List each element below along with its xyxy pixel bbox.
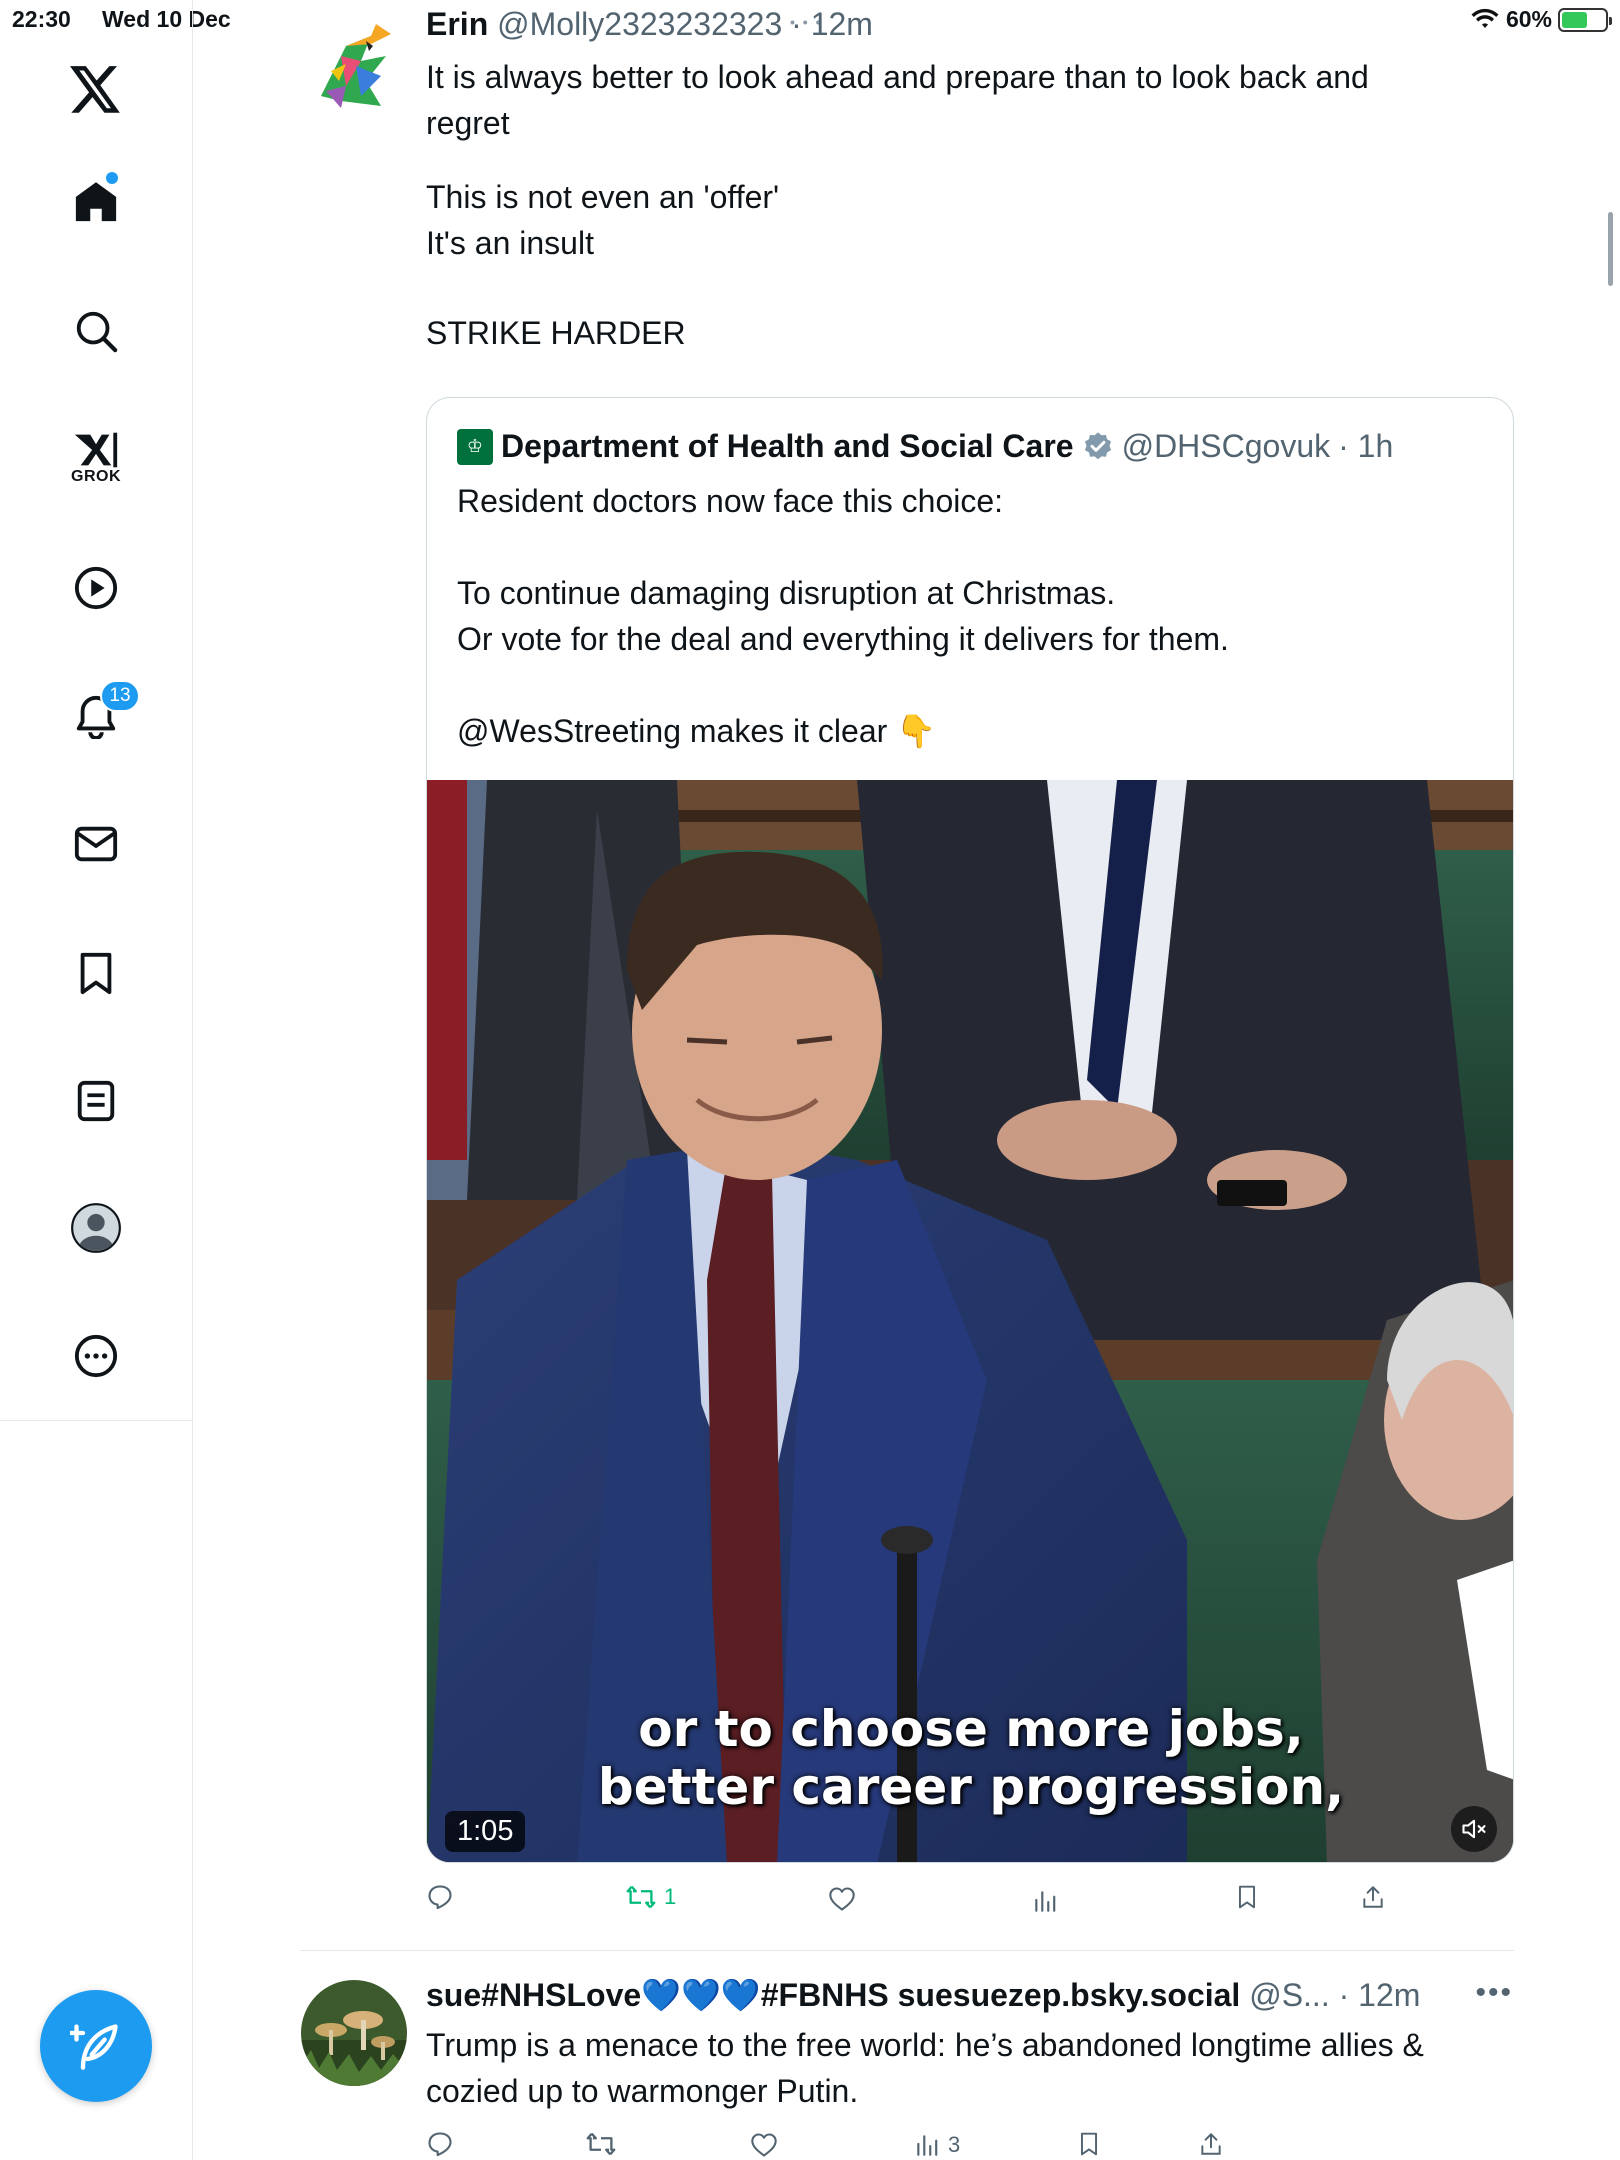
analytics-icon: [917, 2135, 938, 2156]
quote-text-line: Resident doctors now face this choice:: [457, 483, 1004, 519]
author-handle[interactable]: @S...: [1249, 1977, 1330, 2013]
reply-icon: [428, 1885, 452, 1910]
status-indicators: 60%: [1470, 6, 1612, 33]
repost-icon: [626, 1885, 656, 1909]
tweet-text-line: Trump is a menace to the free world: he’…: [426, 2027, 1424, 2063]
quoted-tweet[interactable]: ♔ Department of Health and Social Care @…: [426, 397, 1514, 1863]
repost-count: 1: [664, 1884, 677, 1909]
bell-icon[interactable]: 13: [56, 676, 140, 756]
video-caption-line: or to choose more jobs,: [638, 1700, 1304, 1758]
views-button[interactable]: 3: [914, 2132, 960, 2158]
home-unread-dot: [106, 172, 118, 184]
sidebar-divider: [0, 1420, 193, 1421]
video-caption-line: better career progression,: [597, 1758, 1345, 1816]
author-name[interactable]: Erin: [426, 6, 488, 42]
reply-button[interactable]: [426, 2130, 454, 2158]
tweet-text-spacer: [426, 266, 1526, 310]
quote-text-line: To continue damaging disruption at Chris…: [457, 575, 1116, 611]
home-icon[interactable]: [56, 162, 136, 242]
like-button[interactable]: [750, 2132, 778, 2158]
tweet-text-line: It is always better to look ahead and pr…: [426, 59, 1369, 95]
bookmark-icon: [1080, 2132, 1098, 2156]
compose-icon: [70, 2024, 118, 2070]
more-icon[interactable]: [56, 1316, 136, 1396]
author-name[interactable]: sue#NHSLove💙💙💙#FBNHS suesuezep.bsky.soci…: [426, 1977, 1240, 2013]
share-button[interactable]: [1198, 2130, 1224, 2158]
tweet-header: sue#NHSLove💙💙💙#FBNHS suesuezep.bsky.soci…: [426, 1976, 1420, 2014]
bookmark-tweet-button[interactable]: [1234, 1883, 1260, 1911]
quote-text-line: Or vote for the deal and everything it d…: [457, 621, 1229, 657]
heart-icon: [751, 2133, 777, 2157]
grok-icon[interactable]: GROK: [56, 418, 136, 498]
quoted-tweet-text: Resident doctors now face this choice: T…: [457, 478, 1477, 754]
reply-icon: [428, 2132, 452, 2157]
tweet-text-spacer: [426, 146, 1526, 174]
video-player[interactable]: or to choose more jobs, better career pr…: [427, 780, 1513, 1862]
share-button[interactable]: [1360, 1883, 1386, 1911]
views-count: 3: [948, 2132, 961, 2157]
quoted-tweet-header: ♔ Department of Health and Social Care @…: [457, 428, 1393, 465]
tweet-text-line: STRIKE HARDER: [426, 315, 686, 351]
sidebar: GROK 13: [0, 0, 193, 2160]
tweet-text: It is always better to look ahead and pr…: [426, 54, 1526, 356]
heart-icon: [829, 1887, 855, 1911]
quoted-author-handle[interactable]: @DHSCgovuk: [1122, 428, 1331, 465]
share-icon: [1363, 1886, 1383, 1908]
bookmark-tweet-button[interactable]: [1076, 2130, 1102, 2158]
grok-label: GROK: [71, 468, 121, 485]
quote-text-spacer: [457, 524, 1477, 570]
search-icon[interactable]: [56, 291, 136, 371]
battery-icon: [1558, 7, 1612, 32]
muted-speaker-icon: [1462, 1819, 1486, 1839]
avatar[interactable]: [301, 1980, 407, 2086]
author-handle[interactable]: @Molly2323232323: [497, 6, 782, 42]
quoted-tweet-time[interactable]: · 1h: [1338, 428, 1393, 465]
lists-icon[interactable]: [56, 1061, 136, 1141]
notification-badge: 13: [100, 680, 140, 712]
video-duration: 1:05: [445, 1811, 526, 1852]
tweet-text: Trump is a menace to the free world: he’…: [426, 2022, 1526, 2114]
repost-icon: [586, 2132, 616, 2156]
share-icon: [1201, 2133, 1221, 2155]
views-button[interactable]: [1032, 1888, 1066, 1914]
quote-text-line: @WesStreeting makes it clear 👇: [457, 713, 936, 749]
like-button[interactable]: [828, 1886, 864, 1912]
mail-icon[interactable]: [56, 804, 136, 884]
x-logo-icon[interactable]: [56, 50, 136, 130]
dhsc-logo-icon[interactable]: ♔: [457, 428, 493, 465]
quote-text-spacer: [457, 662, 1477, 708]
battery-percentage: 60%: [1505, 6, 1552, 32]
tweet-text-line: cozied up to warmonger Putin.: [426, 2073, 859, 2109]
repost-button[interactable]: [586, 2130, 616, 2158]
profile-icon[interactable]: [56, 1188, 136, 1268]
analytics-icon: [1035, 1891, 1056, 1912]
tweet-text-line: regret: [426, 105, 510, 141]
avatar[interactable]: [301, 16, 407, 122]
video-caption: or to choose more jobs, better career pr…: [427, 1700, 1513, 1816]
mute-button[interactable]: [1451, 1806, 1497, 1852]
tweet-text-line: This is not even an 'offer': [426, 179, 780, 215]
verified-badge-icon: [1084, 431, 1111, 459]
more-options-icon[interactable]: •••: [1475, 1976, 1513, 2010]
reply-button[interactable]: [426, 1883, 462, 1911]
wifi-icon: [1471, 8, 1499, 28]
tweet-time[interactable]: · 12m: [1339, 1977, 1421, 2013]
tweet-text-line: It's an insult: [426, 225, 594, 261]
tweet-divider: [300, 1950, 1514, 1951]
video-icon[interactable]: [56, 548, 136, 628]
battery-level: [1562, 11, 1588, 28]
tweet-header: Erin @Molly2323232323 · 12m: [426, 6, 873, 43]
repost-button[interactable]: 1: [626, 1883, 676, 1911]
compose-button[interactable]: [40, 1990, 152, 2102]
bookmark-icon: [1238, 1885, 1256, 1909]
quoted-author-name[interactable]: Department of Health and Social Care: [501, 428, 1074, 465]
scrollbar[interactable]: [1608, 212, 1613, 286]
bookmark-icon[interactable]: [56, 933, 136, 1013]
tweet-time[interactable]: · 12m: [791, 6, 873, 42]
